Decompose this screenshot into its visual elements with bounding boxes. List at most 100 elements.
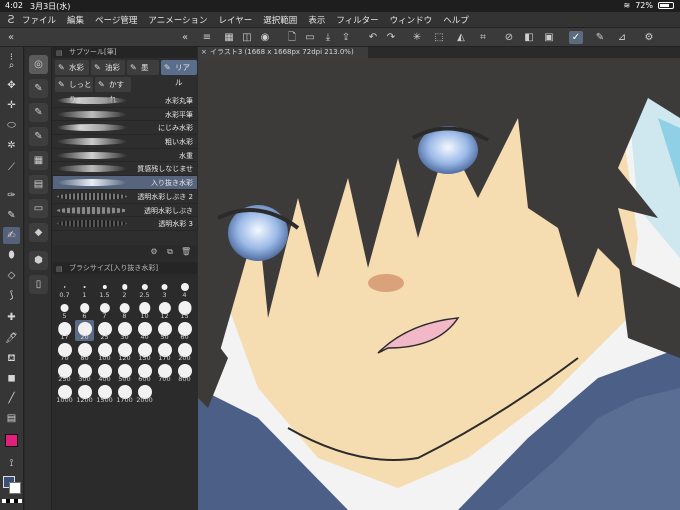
- frame-tool-icon[interactable]: ▤: [3, 410, 20, 427]
- tab-oil[interactable]: ✎ 油彩: [91, 60, 125, 75]
- settings-icon[interactable]: ⚙: [642, 31, 656, 44]
- pencil-tool-icon[interactable]: ✎: [3, 207, 20, 224]
- menu-page[interactable]: ページ管理: [95, 14, 137, 26]
- brush-size-cell[interactable]: 700: [155, 362, 174, 383]
- brush-size-cell[interactable]: 500: [115, 362, 134, 383]
- duplicate-subtool-icon[interactable]: ⧉: [165, 247, 175, 257]
- brush-size-cell[interactable]: 120: [115, 341, 134, 362]
- subtool-group-8-icon[interactable]: ◆: [29, 223, 48, 242]
- selection-tool-icon[interactable]: ⬭: [3, 117, 20, 134]
- brush-size-cell[interactable]: 25: [95, 320, 114, 341]
- menu-edit[interactable]: 編集: [67, 14, 84, 26]
- brush-size-cell[interactable]: 8: [115, 299, 134, 320]
- transform-icon[interactable]: ✳: [410, 31, 424, 44]
- menu-animation[interactable]: アニメーション: [148, 14, 207, 26]
- collapse-right-icon[interactable]: «: [178, 31, 192, 44]
- brush-size-cell[interactable]: 250: [55, 362, 74, 383]
- brush-size-cell[interactable]: 300: [75, 362, 94, 383]
- menu-layer[interactable]: レイヤー: [219, 14, 253, 26]
- brush-size-cell[interactable]: 400: [95, 362, 114, 383]
- subtool-group-4-icon[interactable]: ✎: [29, 127, 48, 146]
- hand-tool-icon[interactable]: ✥: [3, 77, 20, 94]
- color-pen-tool-icon[interactable]: 🖊: [3, 330, 20, 347]
- deselect-icon[interactable]: ⊘: [502, 31, 516, 44]
- open-file-icon[interactable]: ▭: [303, 31, 317, 44]
- export-icon[interactable]: ⇪: [339, 31, 353, 44]
- brush-size-cell[interactable]: 100: [95, 341, 114, 362]
- eraser-tool-icon[interactable]: ◇: [3, 267, 20, 284]
- brush-size-cell[interactable]: 6: [75, 299, 94, 320]
- subtool-group-3-icon[interactable]: ✎: [29, 103, 48, 122]
- pen-stabilization-icon[interactable]: ✓: [569, 31, 583, 44]
- brush-size-cell[interactable]: 60: [175, 320, 194, 341]
- brush-size-cell[interactable]: 50: [155, 320, 174, 341]
- tab-moist[interactable]: ✎しっとり: [55, 77, 93, 104]
- subtool-group-5-icon[interactable]: ▦: [29, 151, 48, 170]
- brush-list-item[interactable]: 透明水彩 3: [53, 217, 197, 231]
- tab-real[interactable]: ✎ リアル: [161, 60, 197, 87]
- menu-filter[interactable]: フィルター: [336, 14, 378, 26]
- zoom-tool-icon[interactable]: ⌕: [3, 57, 20, 74]
- brush-list-item[interactable]: 水彩平筆: [53, 108, 197, 122]
- menu-window[interactable]: ウィンドウ: [390, 14, 433, 26]
- tab-watercolor[interactable]: ✎ 水彩: [55, 60, 89, 75]
- close-tab-icon[interactable]: ×: [201, 47, 207, 58]
- tab-ink[interactable]: ✎ 墨: [127, 60, 159, 75]
- menu-help[interactable]: ヘルプ: [443, 14, 469, 26]
- move-layer-tool-icon[interactable]: ✛: [3, 97, 20, 114]
- brush-size-cell[interactable]: 1.5: [95, 278, 114, 299]
- brush-size-cell[interactable]: 12: [155, 299, 174, 320]
- brush-size-cell[interactable]: 15: [175, 299, 194, 320]
- new-file-icon[interactable]: 🗋: [285, 31, 299, 44]
- brush-list-item[interactable]: 入り抜き水彩: [53, 176, 197, 190]
- transparent-color-chip[interactable]: [2, 499, 22, 503]
- brush-tool-icon[interactable]: ✍: [3, 227, 20, 244]
- blend-tool-icon[interactable]: ⟆: [3, 287, 20, 304]
- background-color-chip[interactable]: [9, 482, 21, 494]
- save-icon[interactable]: ⤓: [321, 31, 335, 44]
- eyedropper-tool-icon[interactable]: ⟋: [3, 159, 20, 176]
- airbrush-tool-icon[interactable]: ⬮: [3, 247, 20, 264]
- redo-icon[interactable]: ↷: [384, 31, 398, 44]
- clear-icon[interactable]: ⬚: [432, 31, 446, 44]
- brush-size-cell[interactable]: 20: [75, 320, 94, 341]
- brush-size-cell[interactable]: 30: [115, 320, 134, 341]
- brush-size-cell[interactable]: 70: [55, 341, 74, 362]
- hamburger-menu-icon[interactable]: ≡: [200, 31, 214, 44]
- brush-list-item[interactable]: 質感残しなじませ: [53, 162, 197, 177]
- brush-list-item[interactable]: 水彩丸筆: [53, 94, 197, 108]
- subtool-group-7-icon[interactable]: ▭: [29, 199, 48, 218]
- subtool-group-2-icon[interactable]: ✎: [29, 79, 48, 98]
- brush-size-cell[interactable]: 5: [55, 299, 74, 320]
- brush-size-cell[interactable]: 170: [155, 341, 174, 362]
- brush-size-cell[interactable]: 1000: [55, 383, 74, 404]
- drawing-canvas[interactable]: [198, 58, 680, 510]
- brush-size-cell[interactable]: 1500: [95, 383, 114, 404]
- brush-size-cell[interactable]: 17: [55, 320, 74, 341]
- fill-bucket-tool-icon[interactable]: ⛾: [3, 350, 20, 367]
- brush-size-cell[interactable]: 2000: [135, 383, 154, 404]
- gradient-tool-icon[interactable]: ◼: [3, 370, 20, 387]
- brush-list-item[interactable]: 粗い水彩: [53, 135, 197, 149]
- subtool-group-10-icon[interactable]: ▯: [29, 275, 48, 294]
- panel-grip-icon[interactable]: ▤: [56, 263, 63, 275]
- brush-size-cell[interactable]: 7: [95, 299, 114, 320]
- brush-size-cell[interactable]: 1700: [115, 383, 134, 404]
- brush-size-cell[interactable]: 1200: [75, 383, 94, 404]
- brush-list-item[interactable]: にじみ水彩: [53, 121, 197, 136]
- menu-view[interactable]: 表示: [308, 14, 325, 26]
- brush-size-cell[interactable]: 150: [135, 341, 154, 362]
- crop-icon[interactable]: ⌗: [476, 31, 490, 44]
- invert-selection-icon[interactable]: ◧: [522, 31, 536, 44]
- brush-size-cell[interactable]: 0.7: [55, 278, 74, 299]
- subtool-group-9-icon[interactable]: ⬢: [29, 251, 48, 270]
- material-icon[interactable]: ◫: [240, 31, 254, 44]
- main-color-chip[interactable]: [5, 434, 18, 447]
- brush-size-cell[interactable]: 10: [135, 299, 154, 320]
- menu-selection[interactable]: 選択範囲: [263, 14, 297, 26]
- brush-size-cell[interactable]: 2.5: [135, 278, 154, 299]
- brush-size-cell[interactable]: 80: [75, 341, 94, 362]
- tool-property-icon[interactable]: ⚙: [149, 247, 159, 257]
- undo-icon[interactable]: ↶: [366, 31, 380, 44]
- snap-ruler-icon[interactable]: ✎: [593, 31, 607, 44]
